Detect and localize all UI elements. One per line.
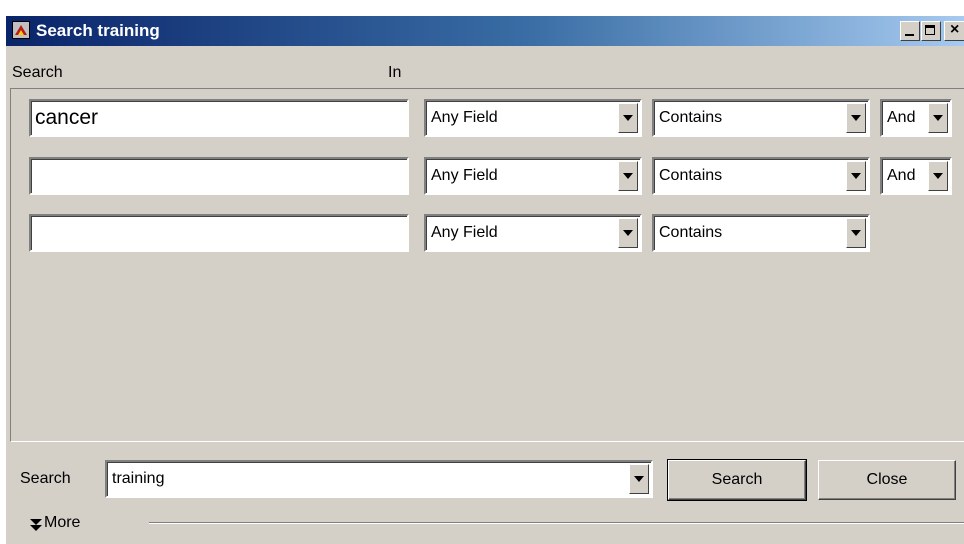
title-bar[interactable]: Search training ×	[6, 16, 964, 46]
dropdown-arrow-icon[interactable]	[846, 161, 866, 191]
connector-select-2[interactable]: And	[880, 157, 952, 195]
double-chevron-down-icon[interactable]	[30, 519, 42, 533]
dropdown-arrow-icon[interactable]	[928, 103, 948, 133]
dropdown-arrow-icon[interactable]	[846, 103, 866, 133]
field-select-1-value: Any Field	[431, 109, 498, 126]
maximize-icon	[925, 25, 935, 35]
criteria-panel	[10, 88, 964, 442]
operator-select-1-value: Contains	[659, 109, 723, 126]
field-select-1[interactable]: Any Field	[424, 99, 642, 137]
search-column-label: Search	[12, 64, 63, 81]
minimize-icon	[905, 34, 914, 36]
dropdown-arrow-icon[interactable]	[846, 218, 866, 248]
operator-select-2[interactable]: Contains	[652, 157, 870, 195]
search-scope-select[interactable]: training	[105, 460, 653, 498]
search-term-input-3[interactable]	[29, 214, 409, 252]
connector-select-1[interactable]: And	[880, 99, 952, 137]
operator-select-2-value: Contains	[659, 167, 723, 184]
more-separator	[149, 522, 964, 524]
minimize-button[interactable]	[900, 21, 920, 41]
search-term-input-1[interactable]: cancer	[29, 99, 409, 137]
field-select-3[interactable]: Any Field	[424, 214, 642, 252]
maximize-button[interactable]	[921, 21, 941, 41]
dropdown-arrow-icon[interactable]	[618, 218, 638, 248]
operator-select-1[interactable]: Contains	[652, 99, 870, 137]
dropdown-arrow-icon[interactable]	[928, 161, 948, 191]
dropdown-arrow-icon[interactable]	[618, 103, 638, 133]
field-select-3-value: Any Field	[431, 224, 498, 241]
dropdown-arrow-icon[interactable]	[618, 161, 638, 191]
search-term-input-2[interactable]	[29, 157, 409, 195]
search-training-window: Search training × Search In cancer Any F…	[6, 16, 964, 544]
connector-select-2-value: And	[887, 167, 916, 184]
search-scope-label: Search	[20, 470, 71, 487]
app-logo-icon[interactable]	[12, 21, 30, 39]
search-button[interactable]: Search	[667, 459, 807, 501]
in-column-label: In	[388, 64, 402, 81]
close-icon: ×	[950, 21, 960, 38]
close-button[interactable]: Close	[818, 460, 956, 500]
more-toggle[interactable]: More	[44, 514, 80, 532]
field-select-2[interactable]: Any Field	[424, 157, 642, 195]
search-scope-value: training	[112, 470, 165, 487]
operator-select-3[interactable]: Contains	[652, 214, 870, 252]
connector-select-1-value: And	[887, 109, 916, 126]
operator-select-3-value: Contains	[659, 224, 723, 241]
dropdown-arrow-icon[interactable]	[629, 464, 649, 494]
window-title: Search training	[36, 21, 160, 40]
field-select-2-value: Any Field	[431, 167, 498, 184]
close-window-button[interactable]: ×	[944, 21, 964, 41]
